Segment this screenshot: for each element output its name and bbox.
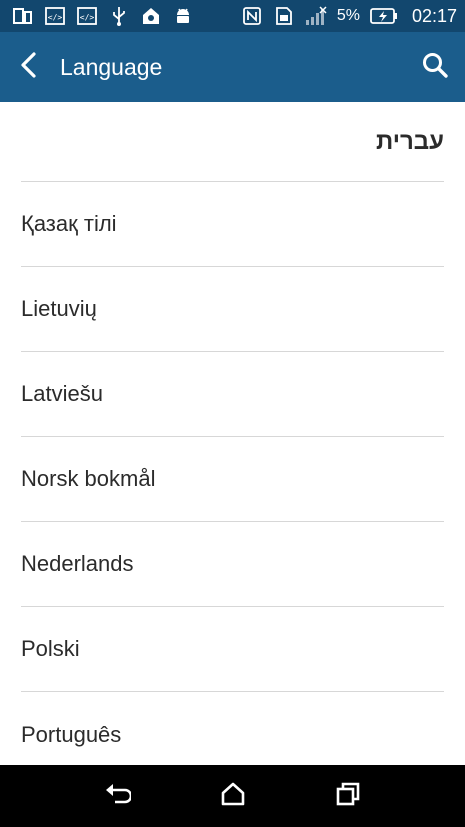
home-icon <box>140 5 162 27</box>
language-item-norwegian[interactable]: Norsk bokmål <box>21 437 444 522</box>
signal-icon <box>305 5 327 27</box>
battery-percent: 5% <box>336 7 360 24</box>
android-icon <box>172 5 194 27</box>
chevron-left-icon <box>18 51 40 83</box>
code-icon: </> <box>44 5 66 27</box>
nav-home-button[interactable] <box>208 771 258 821</box>
svg-text:</>: </> <box>80 13 95 22</box>
status-bar: </> </> 5% 02:17 <box>0 0 465 32</box>
language-item-hebrew[interactable]: עברית <box>21 102 444 182</box>
language-label: Latviešu <box>21 381 103 406</box>
usb-icon <box>108 5 130 27</box>
search-icon <box>421 51 449 84</box>
battery-charging-icon <box>370 5 398 27</box>
home-icon <box>220 782 246 811</box>
language-label: Norsk bokmål <box>21 466 156 491</box>
back-icon <box>105 782 132 811</box>
language-item-kazakh[interactable]: Қазақ тілі <box>21 182 444 267</box>
svg-text:</>: </> <box>48 13 63 22</box>
language-list: עברית Қазақ тілі Lietuvių Latviešu Norsk… <box>0 102 465 765</box>
language-item-latvian[interactable]: Latviešu <box>21 352 444 437</box>
language-label: עברית <box>375 127 444 155</box>
status-bar-right: 5% 02:17 <box>241 5 457 27</box>
language-label: Nederlands <box>21 551 134 576</box>
language-label: Қазақ тілі <box>21 211 117 236</box>
page-title: Language <box>60 53 163 80</box>
clock: 02:17 <box>411 5 457 26</box>
language-item-polish[interactable]: Polski <box>21 607 444 692</box>
nav-recents-button[interactable] <box>323 771 373 821</box>
recents-icon <box>335 782 361 811</box>
language-item-dutch[interactable]: Nederlands <box>21 522 444 607</box>
back-button[interactable] <box>0 32 58 102</box>
search-button[interactable] <box>405 32 465 102</box>
sim-icon <box>273 5 295 27</box>
language-label: Português <box>21 721 122 747</box>
navigation-bar <box>0 765 465 827</box>
phone-tablet-icon <box>12 5 34 27</box>
nfc-icon <box>241 5 263 27</box>
toolbar: Language <box>0 32 465 102</box>
screen: </> </> 5% 02:17 Language עברית Қазақ ті… <box>0 0 465 827</box>
language-item-portuguese[interactable]: Português <box>21 692 444 765</box>
code-icon: </> <box>76 5 98 27</box>
language-item-lithuanian[interactable]: Lietuvių <box>21 267 444 352</box>
status-bar-left: </> </> <box>12 5 194 27</box>
language-label: Polski <box>21 636 80 661</box>
nav-back-button[interactable] <box>93 771 143 821</box>
language-label: Lietuvių <box>21 296 97 321</box>
